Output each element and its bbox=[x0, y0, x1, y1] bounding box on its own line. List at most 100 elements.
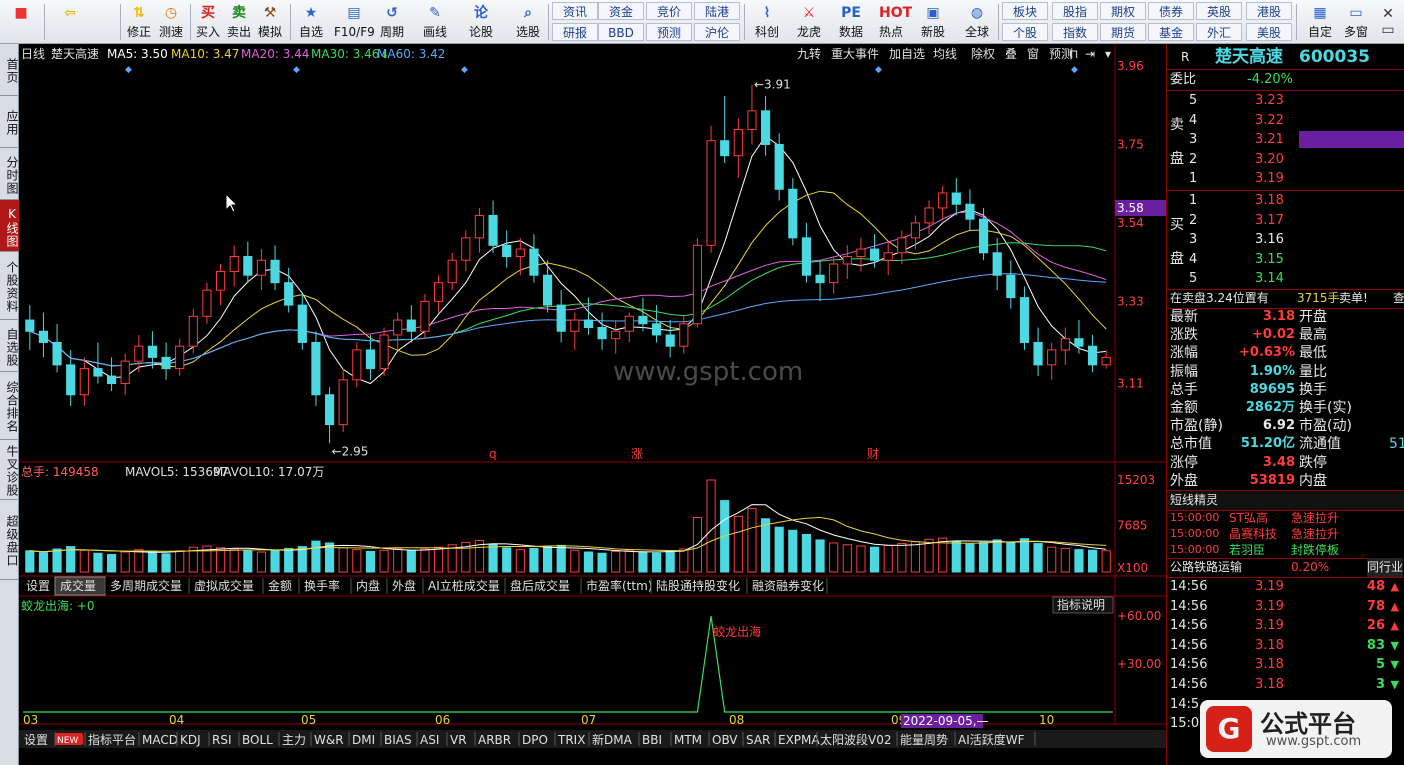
toolbar-forum-button[interactable]: 论论股 bbox=[462, 0, 500, 44]
candle[interactable] bbox=[1047, 342, 1057, 380]
candle[interactable] bbox=[897, 230, 907, 264]
candle[interactable] bbox=[842, 245, 852, 279]
volume-bar[interactable] bbox=[1019, 538, 1030, 573]
candle[interactable] bbox=[624, 312, 634, 343]
candle[interactable] bbox=[733, 118, 743, 179]
volume-bar[interactable] bbox=[869, 546, 880, 573]
sprite-row[interactable]: 15:00:00 ST弘高 急速拉升 bbox=[1167, 510, 1404, 526]
candle[interactable] bbox=[161, 342, 171, 380]
indicator-tab-5[interactable]: 换手率 bbox=[304, 578, 352, 594]
toolbar-select-stock-button[interactable]: ⌕ 选股 bbox=[508, 0, 548, 44]
volume-bar[interactable] bbox=[624, 549, 634, 573]
volume-bar[interactable] bbox=[338, 547, 348, 573]
candle[interactable] bbox=[25, 305, 35, 350]
candle[interactable] bbox=[1060, 327, 1070, 365]
event-mark[interactable]: q bbox=[489, 447, 497, 461]
toolbar-customize-button[interactable]: ▦ 自定 bbox=[1302, 0, 1338, 44]
volume-bar[interactable] bbox=[747, 507, 757, 573]
toolbar-hammer-button[interactable]: ⚒ 模拟 bbox=[256, 0, 284, 44]
volume-bar[interactable] bbox=[393, 547, 403, 573]
bid-level-row[interactable]: 3 3.16 bbox=[1167, 230, 1404, 249]
volume-bar[interactable] bbox=[379, 549, 389, 573]
chart-button-2[interactable]: 加自选 bbox=[889, 47, 925, 61]
chart-button-4[interactable]: 除权 bbox=[971, 46, 995, 61]
more-icon[interactable]: ▾ bbox=[1105, 47, 1111, 61]
candle[interactable] bbox=[1006, 260, 1016, 309]
candle[interactable] bbox=[229, 245, 239, 287]
volume-bar[interactable] bbox=[420, 548, 430, 573]
volume-bar[interactable] bbox=[229, 548, 239, 573]
chart-button-6[interactable]: 窗 bbox=[1027, 47, 1039, 61]
candle[interactable] bbox=[1074, 320, 1084, 354]
volume-bar[interactable] bbox=[597, 552, 607, 573]
indicator-tab-7[interactable]: 外盘 bbox=[392, 578, 424, 594]
bid-level-row[interactable]: 5 3.14 bbox=[1167, 269, 1404, 288]
volume-bar[interactable] bbox=[774, 526, 784, 573]
candle[interactable] bbox=[243, 241, 253, 283]
volume-bar[interactable] bbox=[651, 552, 662, 573]
chart-button-3[interactable]: 均线 bbox=[933, 47, 957, 61]
candle[interactable] bbox=[447, 252, 457, 291]
collapse-icon[interactable]: ⇥ bbox=[1085, 47, 1095, 61]
candle[interactable] bbox=[747, 84, 757, 145]
window-close-icon[interactable]: ✕ bbox=[1376, 6, 1400, 22]
left-nav-tab-4[interactable]: 个股资料 bbox=[0, 252, 19, 320]
bottom-tab-23[interactable]: 能量周势 bbox=[900, 732, 956, 747]
volume-bar[interactable] bbox=[215, 547, 226, 573]
volume-bar[interactable] bbox=[93, 552, 103, 573]
volume-bar[interactable] bbox=[842, 544, 852, 573]
candle[interactable] bbox=[529, 234, 539, 283]
quick-link-button[interactable]: 竞价 bbox=[646, 2, 692, 20]
sprite-row[interactable]: 15:00:00 晶赛科技 急速拉升 bbox=[1167, 526, 1404, 542]
candle[interactable] bbox=[856, 237, 866, 272]
candle[interactable] bbox=[79, 357, 89, 406]
volume-bar[interactable] bbox=[433, 546, 444, 573]
candle[interactable] bbox=[270, 245, 280, 291]
candle[interactable] bbox=[1101, 349, 1111, 369]
left-nav-tab-6[interactable]: 综合排名 bbox=[0, 372, 19, 440]
volume-bar[interactable] bbox=[760, 518, 771, 573]
bid-level-row[interactable]: 4 3.15 bbox=[1167, 250, 1404, 269]
quick-link-button[interactable]: 陆港 bbox=[694, 2, 740, 20]
candle[interactable] bbox=[720, 95, 730, 164]
market-link-button[interactable]: 板块 bbox=[1002, 2, 1048, 20]
volume-bar[interactable] bbox=[583, 551, 594, 573]
event-diamond-icon[interactable]: ◆ bbox=[1071, 65, 1078, 75]
candle[interactable] bbox=[379, 327, 389, 377]
volume-bar[interactable] bbox=[147, 550, 158, 573]
volume-bar[interactable] bbox=[679, 548, 689, 573]
event-diamond-icon[interactable]: ◆ bbox=[293, 65, 300, 75]
market-link-button[interactable]: 股指 bbox=[1052, 2, 1098, 20]
candle[interactable] bbox=[611, 320, 621, 354]
volume-bar[interactable] bbox=[120, 551, 130, 573]
bottom-tab-15[interactable]: TRIX bbox=[557, 732, 590, 747]
volume-bar[interactable] bbox=[910, 541, 921, 573]
indicator-tab-6[interactable]: 内盘 bbox=[356, 578, 388, 594]
volume-bar[interactable] bbox=[52, 548, 62, 573]
window-restore-icon[interactable]: ▭ bbox=[1376, 22, 1400, 38]
candle[interactable] bbox=[311, 331, 321, 406]
candle[interactable] bbox=[324, 387, 335, 444]
volume-bar[interactable] bbox=[951, 541, 961, 573]
ask-level-row[interactable]: 1 3.19 bbox=[1167, 169, 1404, 188]
volume-bar[interactable] bbox=[815, 539, 825, 573]
event-mark[interactable]: 涨 bbox=[631, 446, 643, 461]
bottom-tab-22[interactable]: 太阳波段V02 bbox=[820, 732, 898, 747]
toolbar-pe-data-button[interactable]: PE 数据 bbox=[832, 0, 870, 44]
quick-link-button[interactable]: 沪伦 bbox=[694, 23, 740, 41]
volume-bar[interactable] bbox=[161, 553, 171, 573]
lock-icon[interactable]: ⊓ bbox=[1069, 47, 1078, 61]
status-query[interactable]: 查 bbox=[1393, 289, 1404, 308]
volume-bar[interactable] bbox=[488, 543, 498, 573]
volume-bar[interactable] bbox=[992, 539, 1002, 573]
candle[interactable] bbox=[52, 323, 62, 373]
indicator-tab-4[interactable]: 金额 bbox=[268, 578, 300, 594]
market-link-button[interactable]: 港股 bbox=[1246, 2, 1292, 20]
indicator-tab-0[interactable]: 设置 bbox=[26, 578, 56, 594]
volume-bar[interactable] bbox=[924, 538, 934, 573]
market-link-button[interactable]: 英股 bbox=[1196, 2, 1242, 20]
volume-bar[interactable] bbox=[297, 546, 307, 573]
volume-bar[interactable] bbox=[311, 540, 321, 573]
volume-bar[interactable] bbox=[406, 550, 416, 573]
volume-bar[interactable] bbox=[134, 549, 144, 573]
